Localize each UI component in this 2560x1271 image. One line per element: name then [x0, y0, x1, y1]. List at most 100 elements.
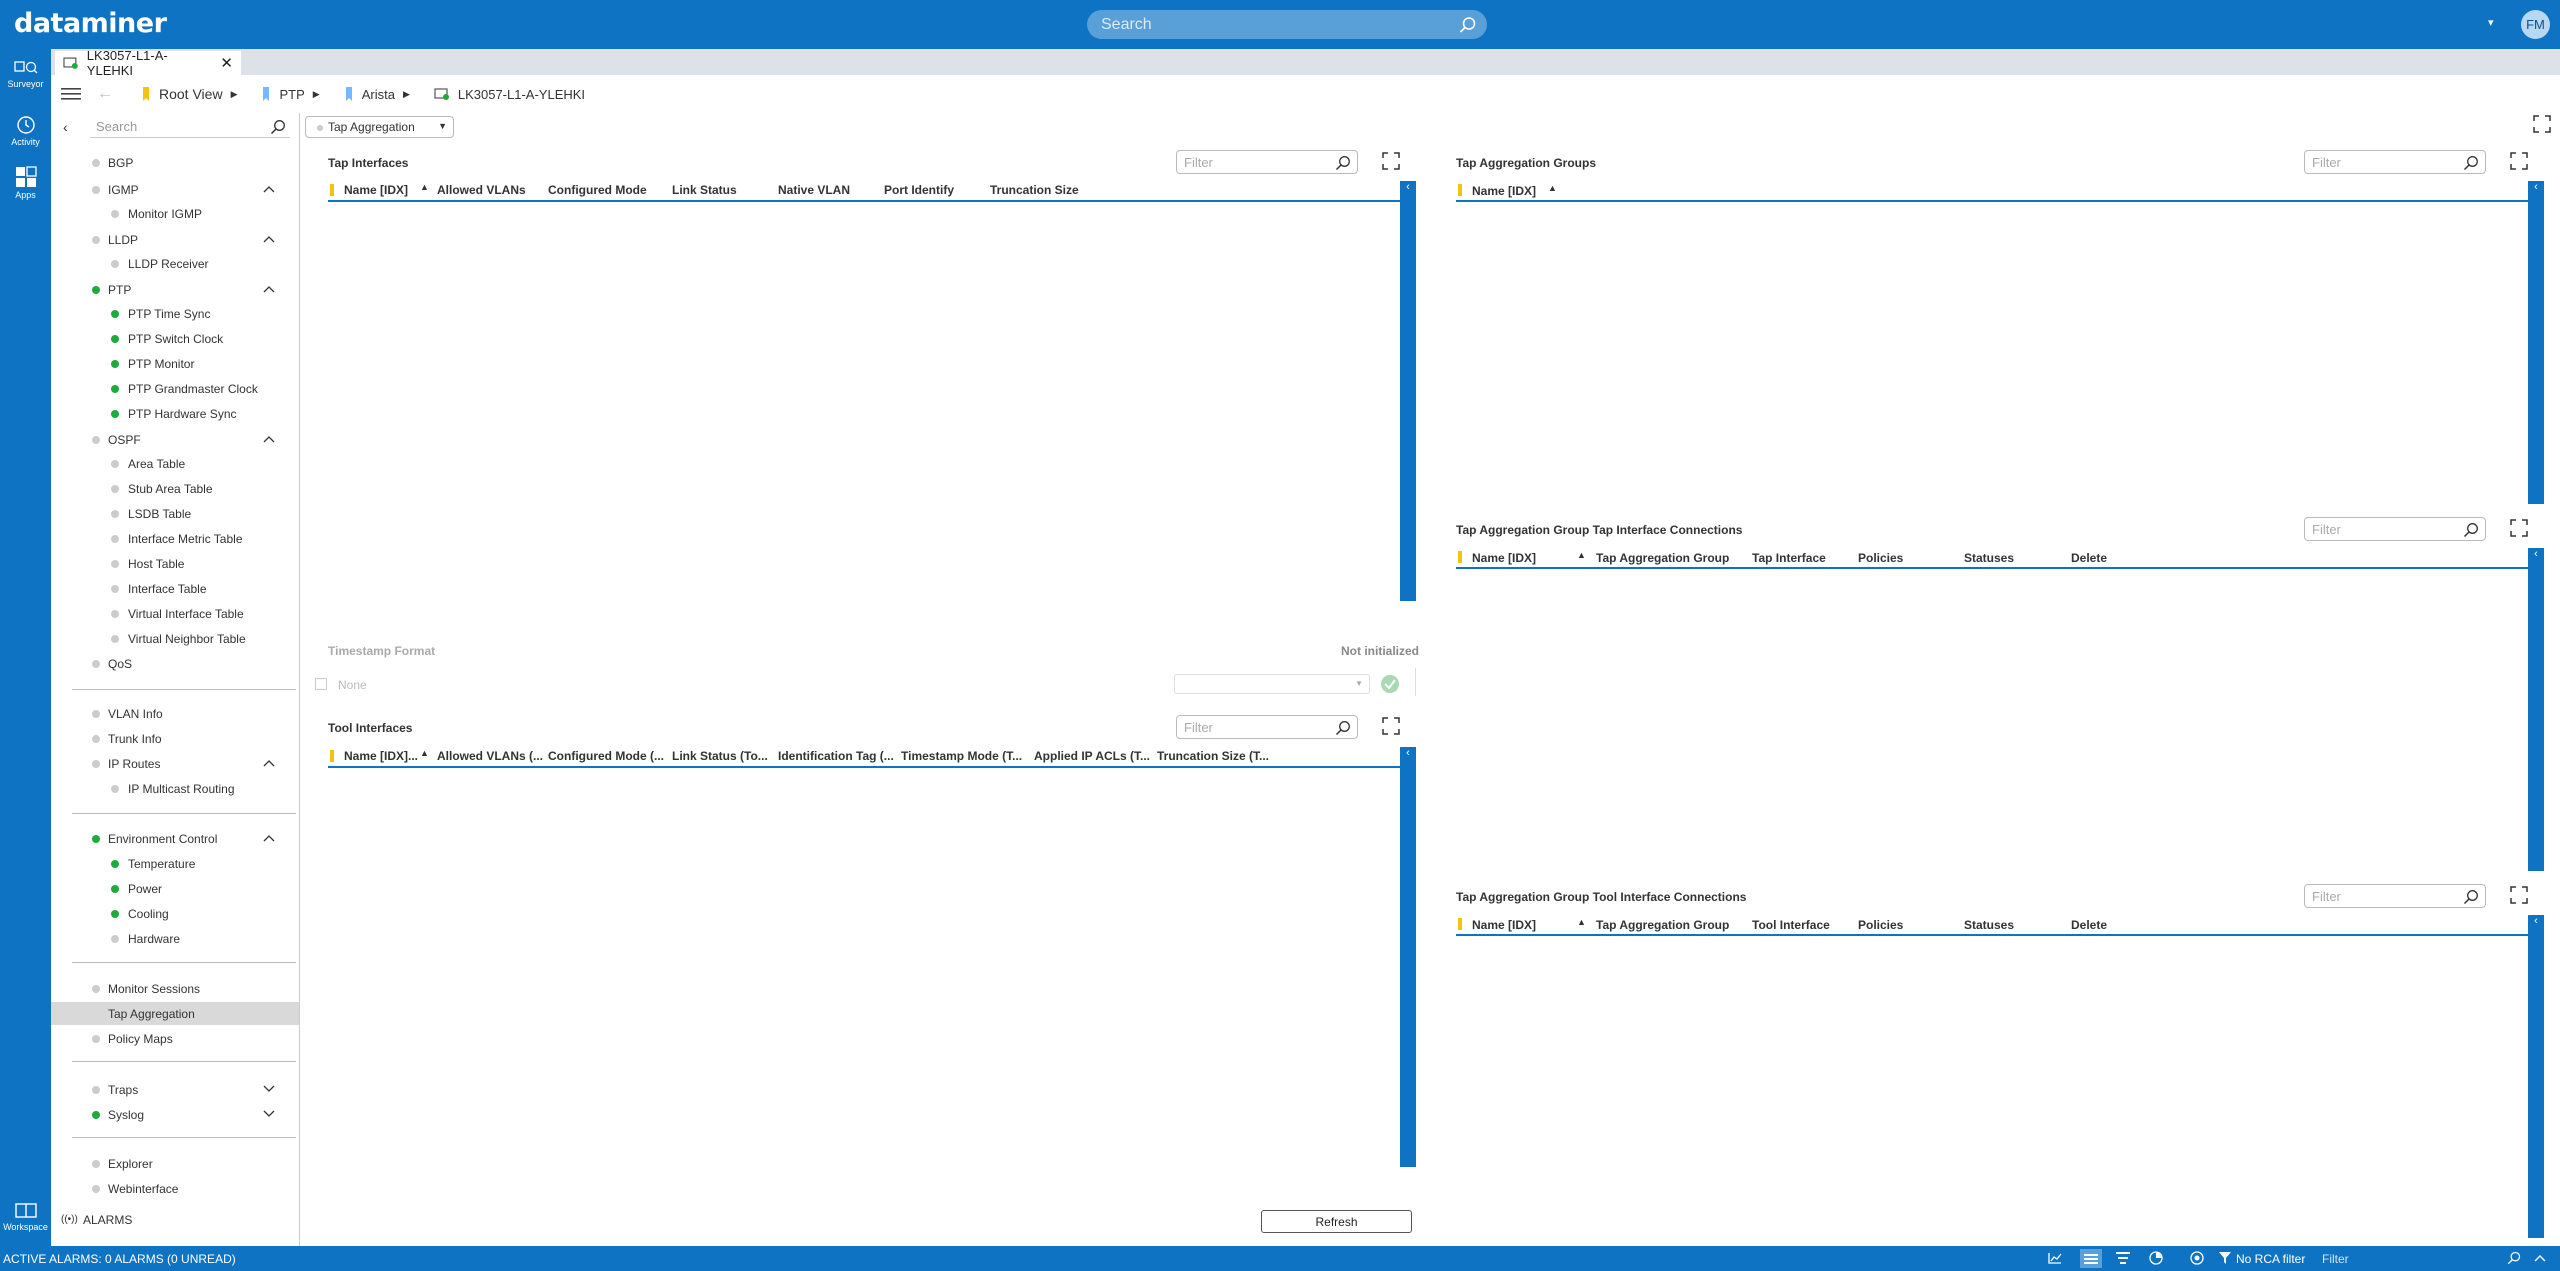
activity-button[interactable]: Activity: [0, 115, 51, 147]
column-header-tap-aggregation-group[interactable]: Tap Aggregation Group: [1596, 551, 1729, 565]
tree-item-ptp-time-sync[interactable]: PTP Time Sync: [128, 307, 210, 321]
column-chooser-toggle[interactable]: ‹: [2528, 181, 2544, 504]
tree-item-syslog[interactable]: Syslog: [108, 1108, 144, 1122]
tree-item-interface-table[interactable]: Interface Table: [128, 582, 207, 596]
expand-icon[interactable]: [2510, 152, 2528, 170]
sidebar-search-input[interactable]: Search: [90, 116, 290, 138]
breadcrumb-ptp[interactable]: PTP: [279, 87, 304, 102]
tree-item-policy-maps[interactable]: Policy Maps: [108, 1032, 173, 1046]
column-header-link-status[interactable]: Link Status: [672, 183, 737, 197]
funnel-icon[interactable]: [2219, 1252, 2231, 1264]
tree-item-lldp-receiver[interactable]: LLDP Receiver: [128, 257, 208, 271]
tree-item-power[interactable]: Power: [128, 882, 162, 896]
tree-item-monitor-sessions[interactable]: Monitor Sessions: [108, 982, 200, 996]
tool-interfaces-filter-input[interactable]: Filter: [1176, 715, 1358, 739]
column-header-delete[interactable]: Delete: [2071, 551, 2107, 565]
tree-item-environment-control[interactable]: Environment Control: [108, 832, 217, 846]
column-chooser-toggle[interactable]: ‹: [2528, 915, 2544, 1238]
tree-item-lldp[interactable]: LLDP: [108, 233, 138, 247]
tree-item-stub-area-table[interactable]: Stub Area Table: [128, 482, 213, 496]
tree-item-interface-metric-table[interactable]: Interface Metric Table: [128, 532, 243, 546]
apply-check-icon[interactable]: [1380, 674, 1400, 694]
tree-item-trunk-info[interactable]: Trunk Info: [108, 732, 162, 746]
tree-item-monitor-igmp[interactable]: Monitor IGMP: [128, 207, 202, 221]
tree-item-ip-routes[interactable]: IP Routes: [108, 757, 160, 771]
tree-item-qos[interactable]: QoS: [108, 657, 132, 671]
active-alarms-status[interactable]: ACTIVE ALARMS: 0 ALARMS (0 UNREAD): [3, 1252, 236, 1266]
tree-item-bgp[interactable]: BGP: [108, 156, 133, 170]
tree-item-igmp[interactable]: IGMP: [108, 183, 139, 197]
pie-chart-icon[interactable]: [2149, 1251, 2163, 1265]
tree-item-ptp-grandmaster-clock[interactable]: PTP Grandmaster Clock: [128, 382, 258, 396]
column-header-statuses[interactable]: Statuses: [1964, 551, 2014, 565]
column-header-truncation-size[interactable]: Truncation Size: [990, 183, 1079, 197]
tab-element[interactable]: LK3057-L1-A-YLEHKI ✕: [55, 48, 241, 78]
chevron-up-icon[interactable]: [2534, 1254, 2546, 1262]
timestamp-checkbox[interactable]: [315, 678, 327, 690]
global-search-input[interactable]: Search: [1087, 10, 1487, 39]
sort-ascending-icon[interactable]: ▲: [1548, 183, 1557, 193]
chart-icon[interactable]: [2048, 1252, 2062, 1264]
search-icon[interactable]: [1459, 16, 1477, 34]
column-header-name[interactable]: Name [IDX]: [1472, 184, 1536, 198]
rca-filter-label[interactable]: No RCA filter: [2236, 1252, 2305, 1266]
timestamp-format-dropdown[interactable]: ▼: [1174, 674, 1370, 694]
page-selector-dropdown[interactable]: Tap Aggregation ▼: [305, 116, 454, 138]
expand-icon[interactable]: [1382, 152, 1400, 170]
tree-item-explorer[interactable]: Explorer: [108, 1157, 153, 1171]
tap-interfaces-filter-input[interactable]: Filter: [1176, 150, 1358, 174]
tree-item-lsdb-table[interactable]: LSDB Table: [128, 507, 191, 521]
tree-item-ptp-monitor[interactable]: PTP Monitor: [128, 357, 194, 371]
tree-item-virtual-interface-table[interactable]: Virtual Interface Table: [128, 607, 244, 621]
column-header-policies[interactable]: Policies: [1858, 551, 1903, 565]
column-header-truncation-size[interactable]: Truncation Size (T...: [1157, 749, 1269, 763]
column-header-policies[interactable]: Policies: [1858, 918, 1903, 932]
search-icon[interactable]: [2463, 522, 2479, 538]
expand-icon[interactable]: [2510, 886, 2528, 904]
column-header-delete[interactable]: Delete: [2071, 918, 2107, 932]
tree-item-hardware[interactable]: Hardware: [128, 932, 180, 946]
expand-icon[interactable]: [1382, 717, 1400, 735]
user-menu-chevron-icon[interactable]: ▾: [2488, 16, 2494, 29]
tree-item-virtual-neighbor-table[interactable]: Virtual Neighbor Table: [128, 632, 246, 646]
tree-item-vlan-info[interactable]: VLAN Info: [108, 707, 163, 721]
sort-ascending-icon[interactable]: ▲: [420, 748, 429, 758]
breadcrumb-root[interactable]: Root View: [159, 86, 223, 102]
column-header-name[interactable]: Name [IDX]...: [344, 749, 418, 763]
workspace-button[interactable]: Workspace: [0, 1202, 51, 1232]
surveyor-button[interactable]: Surveyor: [0, 59, 51, 89]
tree-item-ospf[interactable]: OSPF: [108, 433, 141, 447]
breadcrumb-element[interactable]: LK3057-L1-A-YLEHKI: [458, 87, 585, 102]
tree-item-ip-multicast-routing[interactable]: IP Multicast Routing: [128, 782, 235, 796]
tree-item-tap-aggregation[interactable]: Tap Aggregation: [108, 1007, 195, 1021]
column-header-tap-aggregation-group[interactable]: Tap Aggregation Group: [1596, 918, 1729, 932]
column-chooser-toggle[interactable]: ‹: [2528, 548, 2544, 871]
list-view-icon[interactable]: [2080, 1249, 2102, 1268]
tree-item-cooling[interactable]: Cooling: [128, 907, 169, 921]
column-header-allowed-vlans[interactable]: Allowed VLANs: [437, 183, 526, 197]
tree-item-traps[interactable]: Traps: [108, 1083, 138, 1097]
column-header-name[interactable]: Name [IDX]: [1472, 551, 1536, 565]
sort-ascending-icon[interactable]: ▲: [1577, 917, 1586, 927]
search-icon[interactable]: [2463, 889, 2479, 905]
column-header-port-identify[interactable]: Port Identify: [884, 183, 954, 197]
app-logo[interactable]: dataminer: [14, 8, 167, 39]
sort-ascending-icon[interactable]: ▲: [420, 182, 429, 192]
column-header-identification-tag[interactable]: Identification Tag (...: [778, 749, 894, 763]
column-header-tap-interface[interactable]: Tap Interface: [1752, 551, 1826, 565]
column-header-timestamp-mode[interactable]: Timestamp Mode (T...: [901, 749, 1022, 763]
status-filter-input[interactable]: Filter: [2322, 1252, 2349, 1266]
filter-list-icon[interactable]: [2116, 1252, 2130, 1264]
column-header-statuses[interactable]: Statuses: [1964, 918, 2014, 932]
search-icon[interactable]: [2507, 1251, 2521, 1265]
close-icon[interactable]: ✕: [220, 54, 233, 72]
fullscreen-icon[interactable]: [2533, 115, 2551, 133]
search-icon[interactable]: [1335, 155, 1351, 171]
apps-button[interactable]: Apps: [0, 166, 51, 200]
column-header-tool-interface[interactable]: Tool Interface: [1752, 918, 1830, 932]
tap-aggregation-groups-filter-input[interactable]: Filter: [2304, 150, 2486, 174]
rca-icon[interactable]: [2189, 1250, 2205, 1266]
tree-item-ptp-switch-clock[interactable]: PTP Switch Clock: [128, 332, 223, 346]
alarms-link[interactable]: ALARMS: [83, 1213, 132, 1227]
breadcrumb-arista[interactable]: Arista: [362, 87, 395, 102]
